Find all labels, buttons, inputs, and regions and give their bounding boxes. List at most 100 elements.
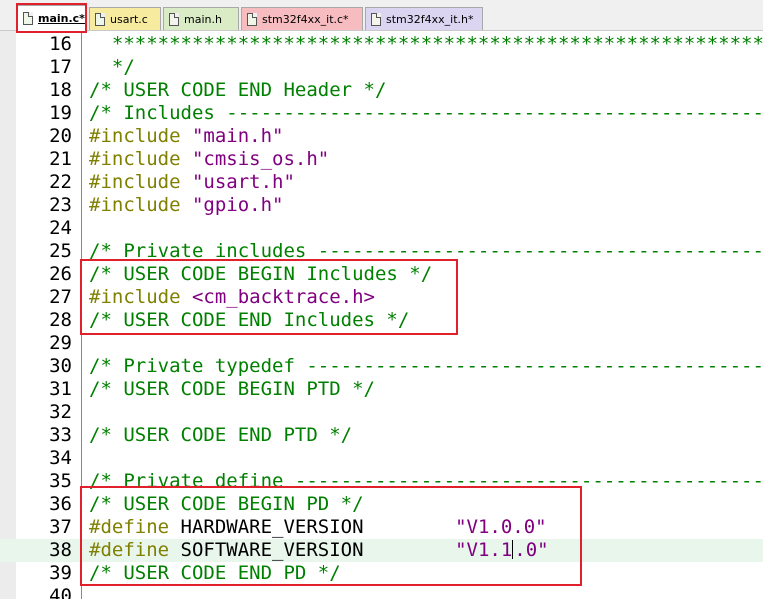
code-text: /* USER CODE END PTD */ [89, 424, 352, 447]
line-number: 20 [49, 125, 72, 147]
code-line[interactable]: 36 /* USER CODE BEGIN PD */ [0, 493, 763, 516]
comment-token: /* USER CODE END PTD */ [89, 424, 353, 446]
code-line[interactable]: 38 #define SOFTWARE_VERSION "V1.1.0" [0, 539, 763, 562]
code-line[interactable]: 32 [0, 401, 763, 424]
comment-token: /* Private typedef ---------------------… [89, 355, 763, 377]
preprocessor-token: #include [89, 286, 192, 308]
code-text: /* USER CODE END Header */ [89, 79, 386, 102]
string-token: "main.h" [191, 125, 284, 147]
tab-stm32f4xx-it-h[interactable]: stm32f4xx_it.h* [365, 7, 483, 30]
tab-main-h[interactable]: main.h [163, 7, 239, 30]
code-text: #define SOFTWARE_VERSION "V1.1.0" [89, 539, 549, 562]
code-text: /* USER CODE BEGIN Includes */ [89, 263, 432, 286]
tab-stm32f4xx-it-c[interactable]: stm32f4xx_it.c* [241, 7, 363, 30]
line-number: 36 [49, 493, 72, 515]
string-token: "gpio.h" [191, 194, 284, 216]
code-line[interactable]: 39 /* USER CODE END PD */ [0, 562, 763, 585]
code-line[interactable]: 22 #include "usart.h" [0, 171, 763, 194]
code-line[interactable]: 30 /* Private typedef -------------------… [0, 355, 763, 378]
code-line[interactable]: 35 /* Private define --------------------… [0, 470, 763, 493]
code-text: /* Private includes --------------------… [89, 240, 763, 263]
editor-tab-bar: main.c* usart.c main.h stm32f4xx_it.c* stm32… [0, 0, 763, 31]
line-number: 32 [49, 401, 72, 423]
string-token: "V1.1 [455, 539, 513, 561]
comment-token: /* USER CODE END PD */ [89, 562, 341, 584]
preprocessor-token: #include [89, 148, 192, 170]
tab-usart-c[interactable]: usart.c [89, 7, 161, 30]
code-editor[interactable]: 16 *************************************… [0, 31, 763, 599]
c-file-icon [247, 12, 257, 26]
comment-token: /* Private define ----------------------… [89, 470, 763, 492]
comment-token: /* USER CODE END Includes */ [89, 309, 410, 331]
line-number: 26 [49, 263, 72, 285]
code-text: /* USER CODE BEGIN PTD */ [89, 378, 375, 401]
code-text: */ [89, 56, 135, 79]
tab-label: stm32f4xx_it.c* [262, 12, 349, 26]
line-number: 21 [49, 148, 72, 170]
code-text: /* Private define ----------------------… [89, 470, 763, 493]
line-number: 17 [49, 56, 72, 78]
code-text: #include "gpio.h" [89, 194, 283, 217]
line-number: 19 [49, 102, 72, 124]
code-line[interactable]: 37 #define HARDWARE_VERSION "V1.0.0" [0, 516, 763, 539]
preprocessor-token: #include [89, 194, 192, 216]
comment-token: */ [89, 56, 135, 78]
code-line[interactable]: 21 #include "cmsis_os.h" [0, 148, 763, 171]
line-number: 38 [49, 539, 72, 561]
code-line[interactable]: 25 /* Private includes ------------------… [0, 240, 763, 263]
code-line[interactable]: 27 #include <cm_backtrace.h> [0, 286, 763, 309]
preprocessor-token: #define [89, 539, 181, 561]
string-token: "cmsis_os.h" [191, 148, 330, 170]
comment-token: /* Includes ----------------------------… [89, 102, 763, 124]
line-number: 28 [49, 309, 72, 331]
line-number: 25 [49, 240, 72, 262]
code-line[interactable]: 33 /* USER CODE END PTD */ [0, 424, 763, 447]
string-token: .0" [514, 539, 549, 561]
line-number: 24 [49, 217, 72, 239]
code-line[interactable]: 26 /* USER CODE BEGIN Includes */ [0, 263, 763, 286]
tab-label: main.c* [38, 12, 85, 25]
code-line[interactable]: 17 */ [0, 56, 763, 79]
line-number: 16 [49, 33, 72, 55]
tab-label: stm32f4xx_it.h* [386, 12, 474, 26]
code-text: ****************************************… [89, 33, 763, 56]
comment-token: /* USER CODE END Header */ [89, 79, 387, 101]
comment-token: /* USER CODE BEGIN PD */ [89, 493, 364, 515]
line-number: 37 [49, 516, 72, 538]
line-number: 23 [49, 194, 72, 216]
comment-token: /* Private includes --------------------… [89, 240, 763, 262]
code-line[interactable]: 29 [0, 332, 763, 355]
line-number: 33 [49, 424, 72, 446]
h-file-icon [169, 12, 179, 26]
code-text: /* USER CODE END Includes */ [89, 309, 409, 332]
line-number: 31 [49, 378, 72, 400]
line-number: 39 [49, 562, 72, 584]
line-number: 22 [49, 171, 72, 193]
code-line[interactable]: 18 /* USER CODE END Header */ [0, 79, 763, 102]
preprocessor-token: #include [89, 125, 192, 147]
comment-token: ****************************************… [89, 33, 763, 55]
code-line[interactable]: 19 /* Includes --------------------------… [0, 102, 763, 125]
code-line[interactable]: 16 *************************************… [0, 33, 763, 56]
code-line[interactable]: 20 #include "main.h" [0, 125, 763, 148]
code-line[interactable]: 31 /* USER CODE BEGIN PTD */ [0, 378, 763, 401]
code-text: #include "main.h" [89, 125, 283, 148]
code-line[interactable]: 23 #include "gpio.h" [0, 194, 763, 217]
line-number: 30 [49, 355, 72, 377]
c-file-icon [23, 12, 33, 25]
tab-main-c[interactable]: main.c* [17, 5, 86, 31]
tab-label: usart.c [110, 12, 148, 26]
code-line[interactable]: 24 [0, 217, 763, 240]
line-number: 34 [49, 447, 72, 469]
c-file-icon [95, 12, 105, 26]
line-number: 29 [49, 332, 72, 354]
line-number: 40 [49, 585, 72, 599]
code-text: /* USER CODE END PD */ [89, 562, 341, 585]
code-line[interactable]: 40 [0, 585, 763, 599]
tab-label: main.h [184, 12, 222, 26]
code-line[interactable]: 28 /* USER CODE END Includes */ [0, 309, 763, 332]
code-text: #include "cmsis_os.h" [89, 148, 329, 171]
code-line[interactable]: 34 [0, 447, 763, 470]
identifier-token: HARDWARE_VERSION [180, 516, 456, 538]
code-text: /* USER CODE BEGIN PD */ [89, 493, 364, 516]
